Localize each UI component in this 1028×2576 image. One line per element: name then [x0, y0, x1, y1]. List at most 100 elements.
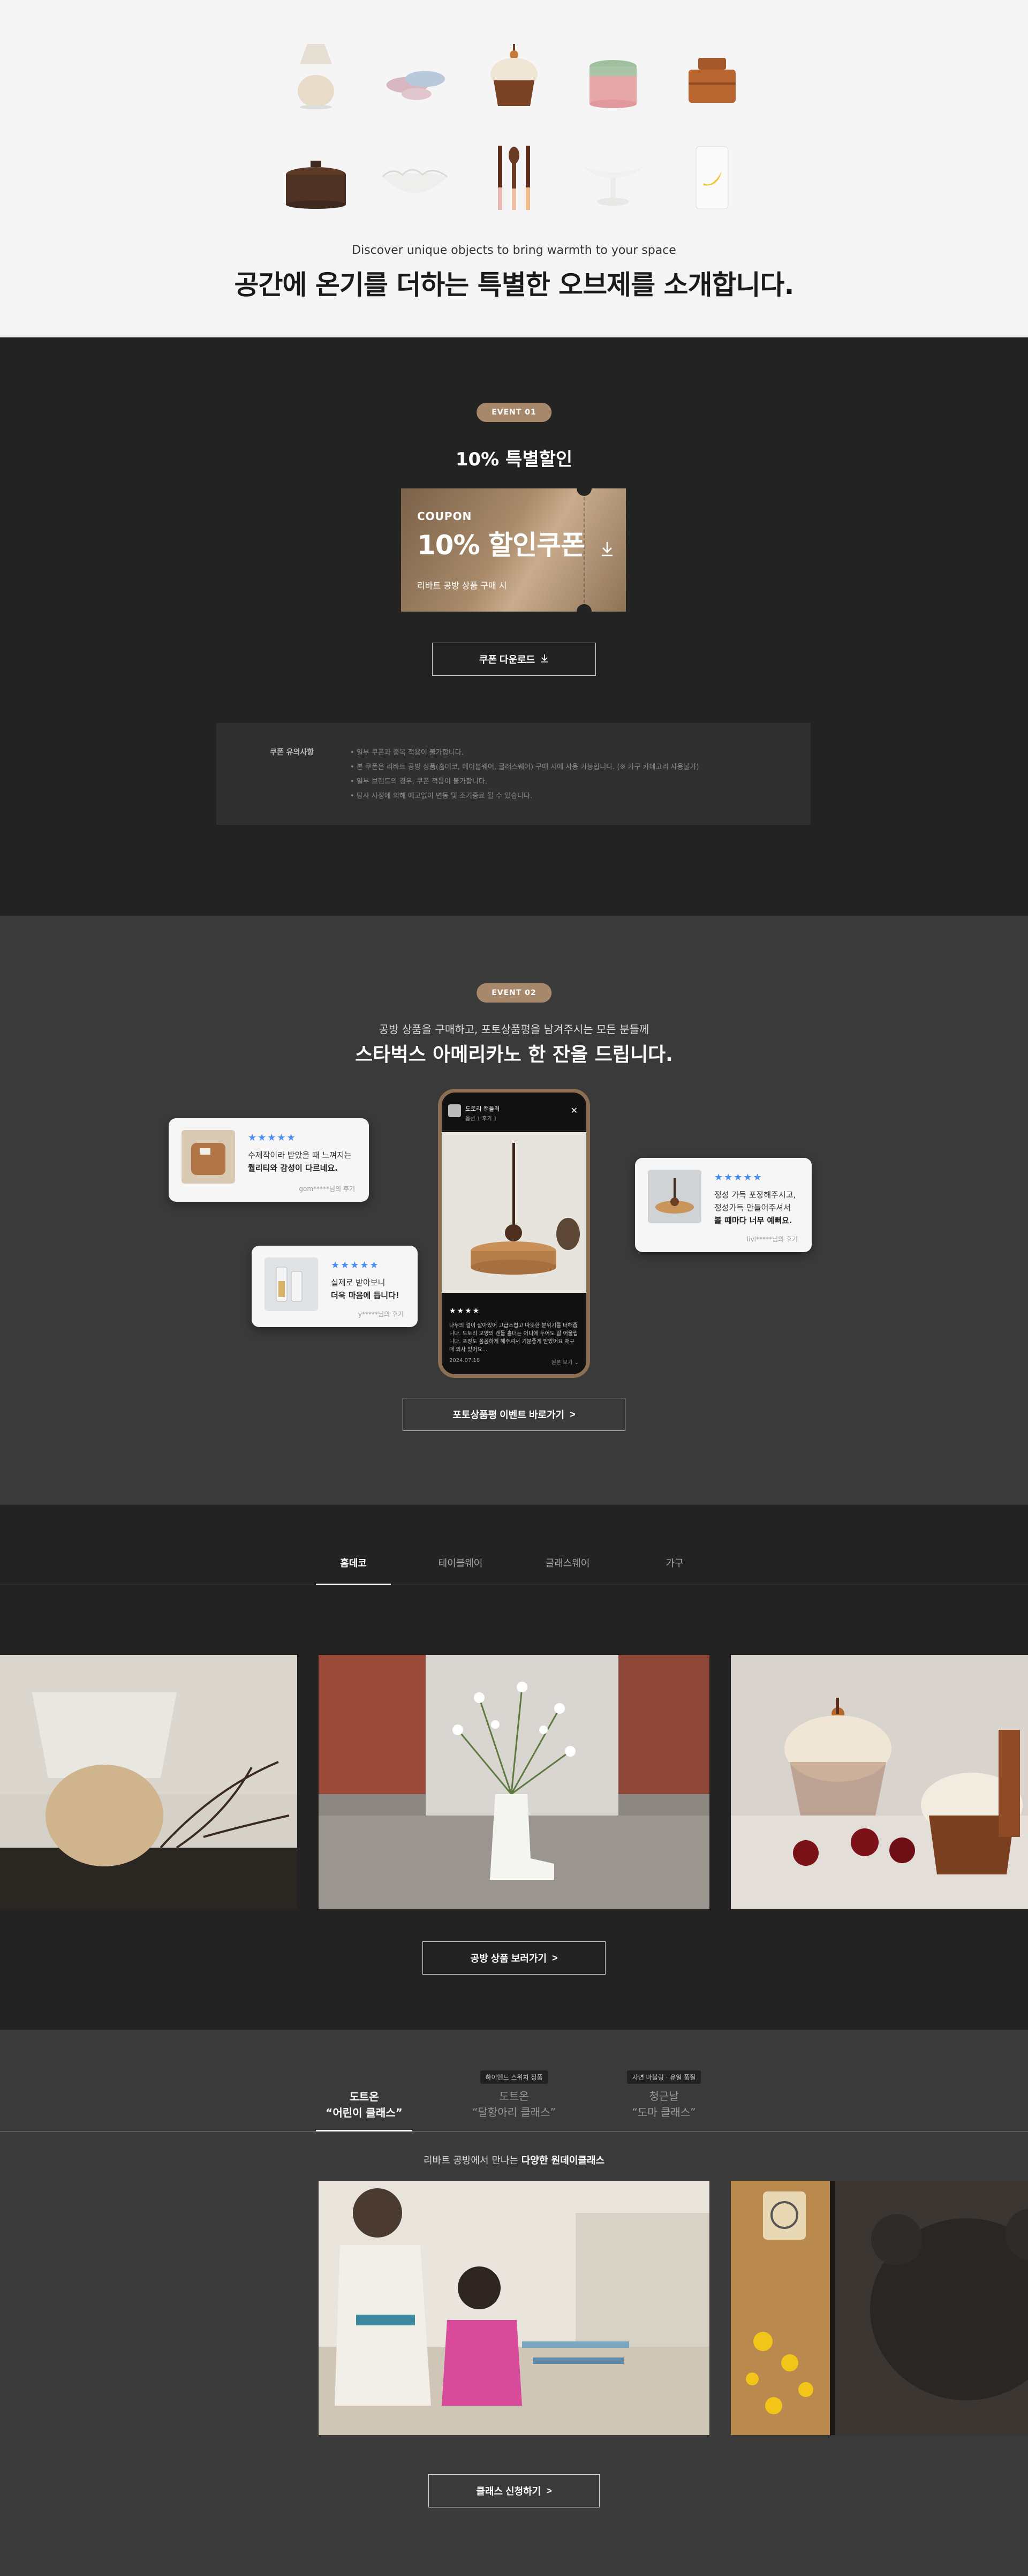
review-photo [442, 1132, 586, 1293]
review-text: 정성 가득 포장해주시고, [714, 1190, 796, 1200]
close-icon[interactable]: ✕ [571, 1105, 578, 1116]
wood-box-object[interactable] [675, 37, 750, 112]
notice-list: 일부 쿠폰과 중복 적용이 불가합니다. 본 쿠폰은 리바트 공방 상품(홈데코… [350, 745, 699, 803]
review-text: 실제로 받아보니 [331, 1278, 386, 1287]
review-author: gom*****님의 후기 [299, 1185, 355, 1193]
notice-item: 일부 쿠폰과 중복 적용이 불가합니다. [350, 745, 699, 760]
download-icon[interactable] [598, 540, 616, 563]
class-subtitle: 리바트 공방에서 만나는 다양한 원데이클래스 [0, 2153, 1028, 2167]
coupon-download-label: 쿠폰 다운로드 [479, 654, 535, 665]
class-name: “어린이 클래스” [326, 2106, 403, 2119]
class-apply-label: 클래스 신청하기 [476, 2486, 541, 2497]
plates-object[interactable] [377, 37, 452, 112]
class-subtitle-bold: 다양한 원데이클래스 [521, 2155, 605, 2166]
photo-review-event-button[interactable]: 포토상품평 이벤트 바로가기 > [403, 1398, 625, 1431]
green-container-object[interactable] [576, 37, 651, 112]
coupon-amount: 10% 할인쿠폰 [417, 530, 585, 561]
class-tabs: 도트온 “어린이 클래스” 하이엔드 스위치 정품 도트온 “달항아리 클래스”… [0, 2065, 1028, 2131]
event2-subtitle: 공방 상품을 구매하고, 포토상품평을 남겨주시는 모든 분들께 [379, 1023, 649, 1036]
review-text-bold: 더욱 마음에 듭니다! [331, 1291, 399, 1300]
product-photo[interactable] [731, 1655, 1028, 1909]
review-author: livl*****님의 후기 [746, 1236, 798, 1243]
class-section: 도트온 “어린이 클래스” 하이엔드 스위치 정품 도트온 “달항아리 클래스”… [0, 2030, 1028, 2576]
class-name: “달항아리 클래스” [472, 2106, 556, 2119]
phone-more-link[interactable]: 원본 보기 ⌄ [551, 1358, 579, 1366]
review-card[interactable]: ★★★★★ 정성 가득 포장해주시고, 정성가득 만들어주셔서 볼 때마다 너무… [635, 1158, 812, 1252]
class-subtitle-text: 리바트 공방에서 만나는 [423, 2155, 518, 2166]
phone-rating-stars: ★★★★ [449, 1307, 481, 1315]
tab-homedeco[interactable]: 홈데코 [316, 1556, 391, 1585]
flower-bowl-object[interactable] [377, 139, 452, 214]
class-apply-button[interactable]: 클래스 신청하기 > [428, 2474, 600, 2507]
phone-product-meta: 옵션 1 후기 1 [465, 1116, 497, 1122]
class-brand: 도트온 [499, 2090, 529, 2103]
tab-kids-class[interactable]: 도트온 “어린이 클래스” [316, 2065, 412, 2131]
rating-stars: ★★★★★ [714, 1172, 763, 1183]
chevron-right-icon: > [546, 2485, 552, 2496]
chevron-right-icon: > [570, 1408, 576, 1420]
phone-mockup: 도토리 캔들러 옵션 1 후기 1 ✕ ★★★★ 나무의 결이 살아있어 고급스… [438, 1089, 590, 1378]
download-icon [540, 654, 549, 665]
notice-item: 본 쿠폰은 리바트 공방 상품(홈데코, 테이블웨어, 글래스웨어) 구매 시에… [350, 760, 699, 774]
lamp-object[interactable] [278, 37, 353, 112]
notice-title: 쿠폰 유의사항 [270, 748, 314, 757]
hero-title: 공간에 온기를 더하는 특별한 오브제를 소개합니다. [234, 269, 794, 300]
category-tabs: 홈데코 테이블웨어 글래스웨어 가구 [0, 1556, 1028, 1585]
phone-review-date: 2024.07.18 [449, 1358, 480, 1364]
coupon-download-button[interactable]: 쿠폰 다운로드 [432, 643, 596, 676]
event2-badge: EVENT 02 [477, 983, 551, 1003]
review-author: y*****님의 후기 [358, 1310, 404, 1318]
review-card[interactable]: ★★★★★ 수제작이라 받았을 때 느껴지는 퀄리티와 감성이 다르네요. go… [169, 1118, 369, 1202]
review-text-bold: 퀄리티와 감성이 다르네요. [248, 1163, 338, 1173]
coupon-card[interactable]: COUPON 10% 할인쿠폰 리바트 공방 상품 구매 시 [401, 488, 626, 612]
shop-products-label: 공방 상품 보러가기 [470, 1953, 547, 1964]
class-photo[interactable] [319, 2181, 709, 2435]
event2-section: EVENT 02 공방 상품을 구매하고, 포토상품평을 남겨주시는 모든 분들… [0, 916, 1028, 1505]
event1-section: EVENT 01 10% 특별할인 COUPON 10% 할인쿠폰 리바트 공방… [0, 337, 1028, 916]
cake-stand-object[interactable] [576, 139, 651, 214]
tab-tableware[interactable]: 테이블웨어 [423, 1556, 498, 1585]
coupon-description: 리바트 공방 상품 구매 시 [417, 581, 507, 591]
product-photo[interactable] [0, 1655, 297, 1909]
cutlery-object[interactable] [477, 139, 551, 214]
hero-section: Discover unique objects to bring warmth … [0, 0, 1028, 337]
class-tag: 자연 마블링 · 유일 품질 [626, 2070, 701, 2084]
category-section: 홈데코 테이블웨어 글래스웨어 가구 공방 상품 보러가기 > [0, 1505, 1028, 2030]
class-name: “도마 클래스” [632, 2106, 696, 2119]
event1-title: 10% 특별할인 [455, 449, 573, 470]
tab-moon-jar-class[interactable]: 하이엔드 스위치 정품 도트온 “달항아리 클래스” [466, 2065, 562, 2131]
tab-furniture[interactable]: 가구 [637, 1556, 712, 1585]
review-thumbnail [182, 1130, 235, 1184]
event1-badge: EVENT 01 [477, 403, 551, 422]
review-thumbnail [648, 1170, 701, 1223]
coupon-label: COUPON [417, 510, 472, 523]
class-brand: 청근날 [649, 2090, 679, 2103]
cupcake-box-object[interactable] [477, 37, 551, 112]
phone-product-name: 도토리 캔들러 [465, 1105, 500, 1112]
class-photo[interactable] [731, 2181, 1028, 2435]
tab-cutting-board-class[interactable]: 자연 마블링 · 유일 품질 청근날 “도마 클래스” [616, 2065, 712, 2131]
photo-review-event-label: 포토상품평 이벤트 바로가기 [452, 1410, 565, 1420]
product-photo[interactable] [319, 1655, 709, 1909]
phone-review-text: 나무의 결이 살아있어 고급스럽고 따뜻한 분위기를 더해줍니다. 도토리 모양… [449, 1323, 578, 1353]
phone-footer: 2024.07.18 원본 보기 ⌄ [449, 1358, 579, 1366]
notice-item: 당사 사정에 의해 예고없이 변동 및 조기종료 될 수 있습니다. [350, 789, 699, 803]
notice-item: 일부 브랜드의 경우, 쿠폰 적용이 불가합니다. [350, 774, 699, 789]
phone-header: 도토리 캔들러 옵션 1 후기 1 ✕ [442, 1093, 586, 1131]
event2-title: 스타벅스 아메리카노 한 잔을 드립니다. [355, 1044, 673, 1066]
review-text: 수제작이라 받았을 때 느껴지는 [248, 1150, 352, 1160]
shop-products-button[interactable]: 공방 상품 보러가기 > [422, 1941, 606, 1975]
rating-stars: ★★★★★ [331, 1260, 380, 1271]
object-gallery [278, 37, 750, 241]
review-text: 정성가득 만들어주셔서 [714, 1203, 791, 1212]
review-thumbnail [264, 1257, 318, 1311]
banana-glass-object[interactable] [675, 139, 750, 214]
rating-stars: ★★★★★ [248, 1132, 297, 1143]
review-card[interactable]: ★★★★★ 실제로 받아보니 더욱 마음에 듭니다! y*****님의 후기 [252, 1246, 418, 1327]
coupon-notice-box: 쿠폰 유의사항 일부 쿠폰과 중복 적용이 불가합니다. 본 쿠폰은 리바트 공… [216, 723, 811, 825]
tab-glassware[interactable]: 글래스웨어 [530, 1556, 605, 1585]
class-brand: 도트온 [349, 2090, 379, 2103]
class-tag: 하이엔드 스위치 정품 [480, 2070, 548, 2084]
dark-box-object[interactable] [278, 139, 353, 214]
review-text-bold: 볼 때마다 너무 예뻐요. [714, 1216, 792, 1225]
